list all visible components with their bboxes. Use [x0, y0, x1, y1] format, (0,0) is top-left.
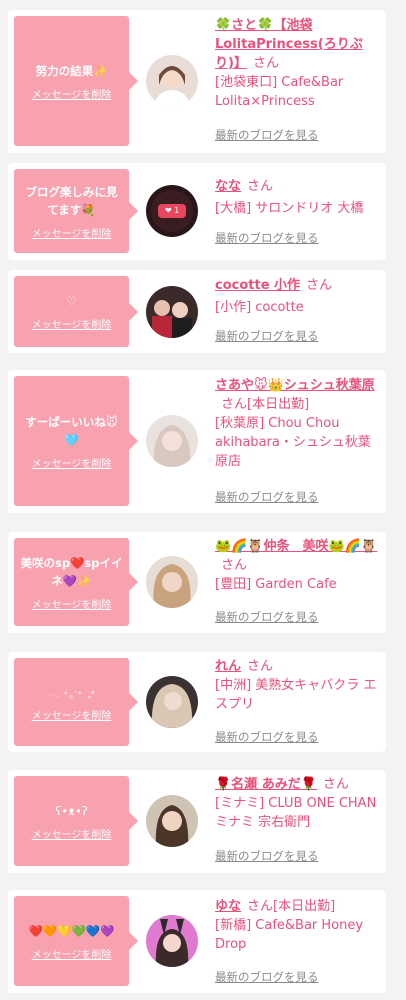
delete-message-link[interactable]: メッセージを削除	[32, 316, 112, 331]
delete-message-link[interactable]: メッセージを削除	[32, 946, 112, 961]
avatar[interactable]	[146, 915, 198, 967]
message-bubble: ♡ メッセージを削除	[14, 276, 138, 347]
shop-name: [ミナミ] CLUB ONE CHAN ミナミ 宗右衛門	[215, 796, 377, 830]
delete-message-link[interactable]: メッセージを削除	[32, 596, 112, 611]
message-text: すーぱーいいね🐭🩵	[25, 414, 118, 447]
delete-message-link[interactable]: メッセージを削除	[32, 707, 112, 722]
message-text: ❤️🧡💛💚💙💜	[28, 923, 115, 938]
latest-blog-link[interactable]: 最新のブログを見る	[215, 489, 319, 505]
message-text: 𓂃 ˖˳·˖ ִֶָ ⋆	[46, 684, 97, 699]
avatar[interactable]	[146, 795, 198, 847]
shop-name: [小作] cocotte	[215, 300, 304, 315]
message-bubble: すーぱーいいね🐭🩵 メッセージを削除	[14, 376, 138, 506]
shop-name: [池袋東口] Cafe&Bar Lolita×Princess	[215, 75, 344, 109]
message-bubble: 美咲のsp❤️spイイネ💜✨ メッセージを削除	[14, 538, 138, 626]
latest-blog-link[interactable]: 最新のブログを見る	[215, 969, 319, 985]
avatar[interactable]	[146, 556, 198, 608]
girl-name-link[interactable]: 🌹名瀬 あみだ🌹	[215, 777, 317, 792]
san-label: さん	[221, 397, 248, 412]
message-card: ブログ楽しみに見てます💐 メッセージを削除 ❤ 1 なな さん [大橋] サロンド…	[8, 163, 386, 260]
latest-blog-link[interactable]: 最新のブログを見る	[215, 230, 319, 246]
latest-blog-link[interactable]: 最新のブログを見る	[215, 848, 319, 864]
girl-info: さあや🐭👑シュシュ秋葉原さん[本日出勤] [秋葉原] Chou Chou aki…	[215, 376, 380, 471]
shop-name: [豊田] Garden Cafe	[215, 577, 337, 592]
delete-message-link[interactable]: メッセージを削除	[32, 826, 112, 841]
girl-name-link[interactable]: れん	[215, 659, 241, 674]
message-text: 美咲のsp❤️spイイネ💜✨	[20, 555, 123, 588]
message-bubble: ʕ•ᴥ•ʔ メッセージを削除	[14, 776, 138, 866]
shop-name: [中洲] 美熟女キャバクラ エスプリ	[215, 678, 377, 712]
san-label: さん	[247, 179, 274, 194]
delete-message-link[interactable]: メッセージを削除	[32, 86, 112, 101]
message-bubble: 𓂃 ˖˳·˖ ִֶָ ⋆ メッセージを削除	[14, 658, 138, 746]
girl-info: 🍀さと🍀【池袋LolitaPrincess(ろりぷり)】 さん [池袋東口] Ca…	[215, 16, 380, 111]
message-text: ♡	[66, 294, 77, 308]
message-bubble: ❤️🧡💛💚💙💜 メッセージを削除	[14, 896, 138, 986]
avatar[interactable]: ❤ 1	[146, 185, 198, 237]
girl-info: cocotte 小作 さん [小作] cocotte	[215, 276, 380, 317]
san-label: さん	[247, 899, 274, 914]
avatar[interactable]	[146, 676, 198, 728]
girl-info: れん さん [中洲] 美熟女キャバクラ エスプリ	[215, 657, 380, 714]
san-label: さん	[306, 278, 333, 293]
san-label: さん	[252, 56, 279, 71]
message-text: ʕ•ᴥ•ʔ	[55, 803, 88, 818]
latest-blog-link[interactable]: 最新のブログを見る	[215, 729, 319, 745]
girl-name-link[interactable]: cocotte 小作	[215, 278, 300, 293]
avatar[interactable]	[146, 286, 198, 338]
girl-name-link[interactable]: なな	[215, 179, 241, 194]
san-label: さん	[247, 659, 274, 674]
like-badge: ❤ 1	[164, 206, 180, 215]
girl-name-link[interactable]: ゆな	[215, 899, 241, 914]
message-text: ブログ楽しみに見てます💐	[25, 184, 118, 217]
attendance-label: [本日出勤]	[247, 397, 310, 412]
message-card: すーぱーいいね🐭🩵 メッセージを削除 さあや🐭👑シュシュ秋葉原さん[本日出勤] …	[8, 370, 386, 513]
girl-info: ゆな さん[本日出勤] [新橋] Cafe&Bar Honey Drop	[215, 897, 380, 954]
san-label: さん	[322, 777, 349, 792]
latest-blog-link[interactable]: 最新のブログを見る	[215, 609, 319, 625]
shop-name: [新橋] Cafe&Bar Honey Drop	[215, 918, 364, 952]
girl-info: 🐸🌈🦉仲条 美咲🐸🌈🦉 さん [豊田] Garden Cafe	[215, 537, 380, 594]
avatar[interactable]	[146, 415, 198, 467]
attendance-label: [本日出勤]	[273, 899, 336, 914]
delete-message-link[interactable]: メッセージを削除	[32, 225, 112, 240]
girl-info: 🌹名瀬 あみだ🌹 さん [ミナミ] CLUB ONE CHAN ミナミ 宗右衛門	[215, 775, 380, 832]
girl-name-link[interactable]: さあや🐭👑シュシュ秋葉原	[215, 378, 375, 393]
san-label: さん	[221, 558, 248, 573]
avatar[interactable]	[146, 55, 198, 107]
message-card: ♡ メッセージを削除 cocotte 小作 さん [小作] cocotte 最新の…	[8, 270, 386, 353]
latest-blog-link[interactable]: 最新のブログを見る	[215, 127, 319, 143]
message-card: ❤️🧡💛💚💙💜 メッセージを削除 ゆな さん[本日出勤] [新橋] Cafe&Ba…	[8, 890, 386, 993]
message-bubble: 努力の結果✨ メッセージを削除	[14, 16, 138, 146]
girl-name-link[interactable]: 🐸🌈🦉仲条 美咲🐸🌈🦉	[215, 539, 377, 554]
message-list: 努力の結果✨ メッセージを削除 🍀さと🍀【池袋LolitaPrincess(ろり…	[0, 0, 406, 1000]
message-card: 努力の結果✨ メッセージを削除 🍀さと🍀【池袋LolitaPrincess(ろり…	[8, 10, 386, 153]
shop-name: [秋葉原] Chou Chou akihabara・シュシュ秋葉原店	[215, 416, 371, 469]
girl-name-link[interactable]: 🍀さと🍀【池袋LolitaPrincess(ろりぷり)】	[215, 18, 363, 71]
message-text: 努力の結果✨	[35, 63, 108, 78]
delete-message-link[interactable]: メッセージを削除	[32, 455, 112, 470]
message-bubble: ブログ楽しみに見てます💐 メッセージを削除	[14, 169, 138, 253]
message-card: ʕ•ᴥ•ʔ メッセージを削除 🌹名瀬 あみだ🌹 さん [ミナミ] CLUB ONE…	[8, 770, 386, 873]
girl-info: なな さん [大橋] サロンドリオ 大橋	[215, 177, 380, 218]
shop-name: [大橋] サロンドリオ 大橋	[215, 201, 364, 216]
message-card: 美咲のsp❤️spイイネ💜✨ メッセージを削除 🐸🌈🦉仲条 美咲🐸🌈🦉 さん [豊…	[8, 532, 386, 633]
latest-blog-link[interactable]: 最新のブログを見る	[215, 328, 319, 344]
message-card: 𓂃 ˖˳·˖ ִֶָ ⋆ メッセージを削除 れん さん [中洲] 美熟女キャバクラ…	[8, 652, 386, 752]
